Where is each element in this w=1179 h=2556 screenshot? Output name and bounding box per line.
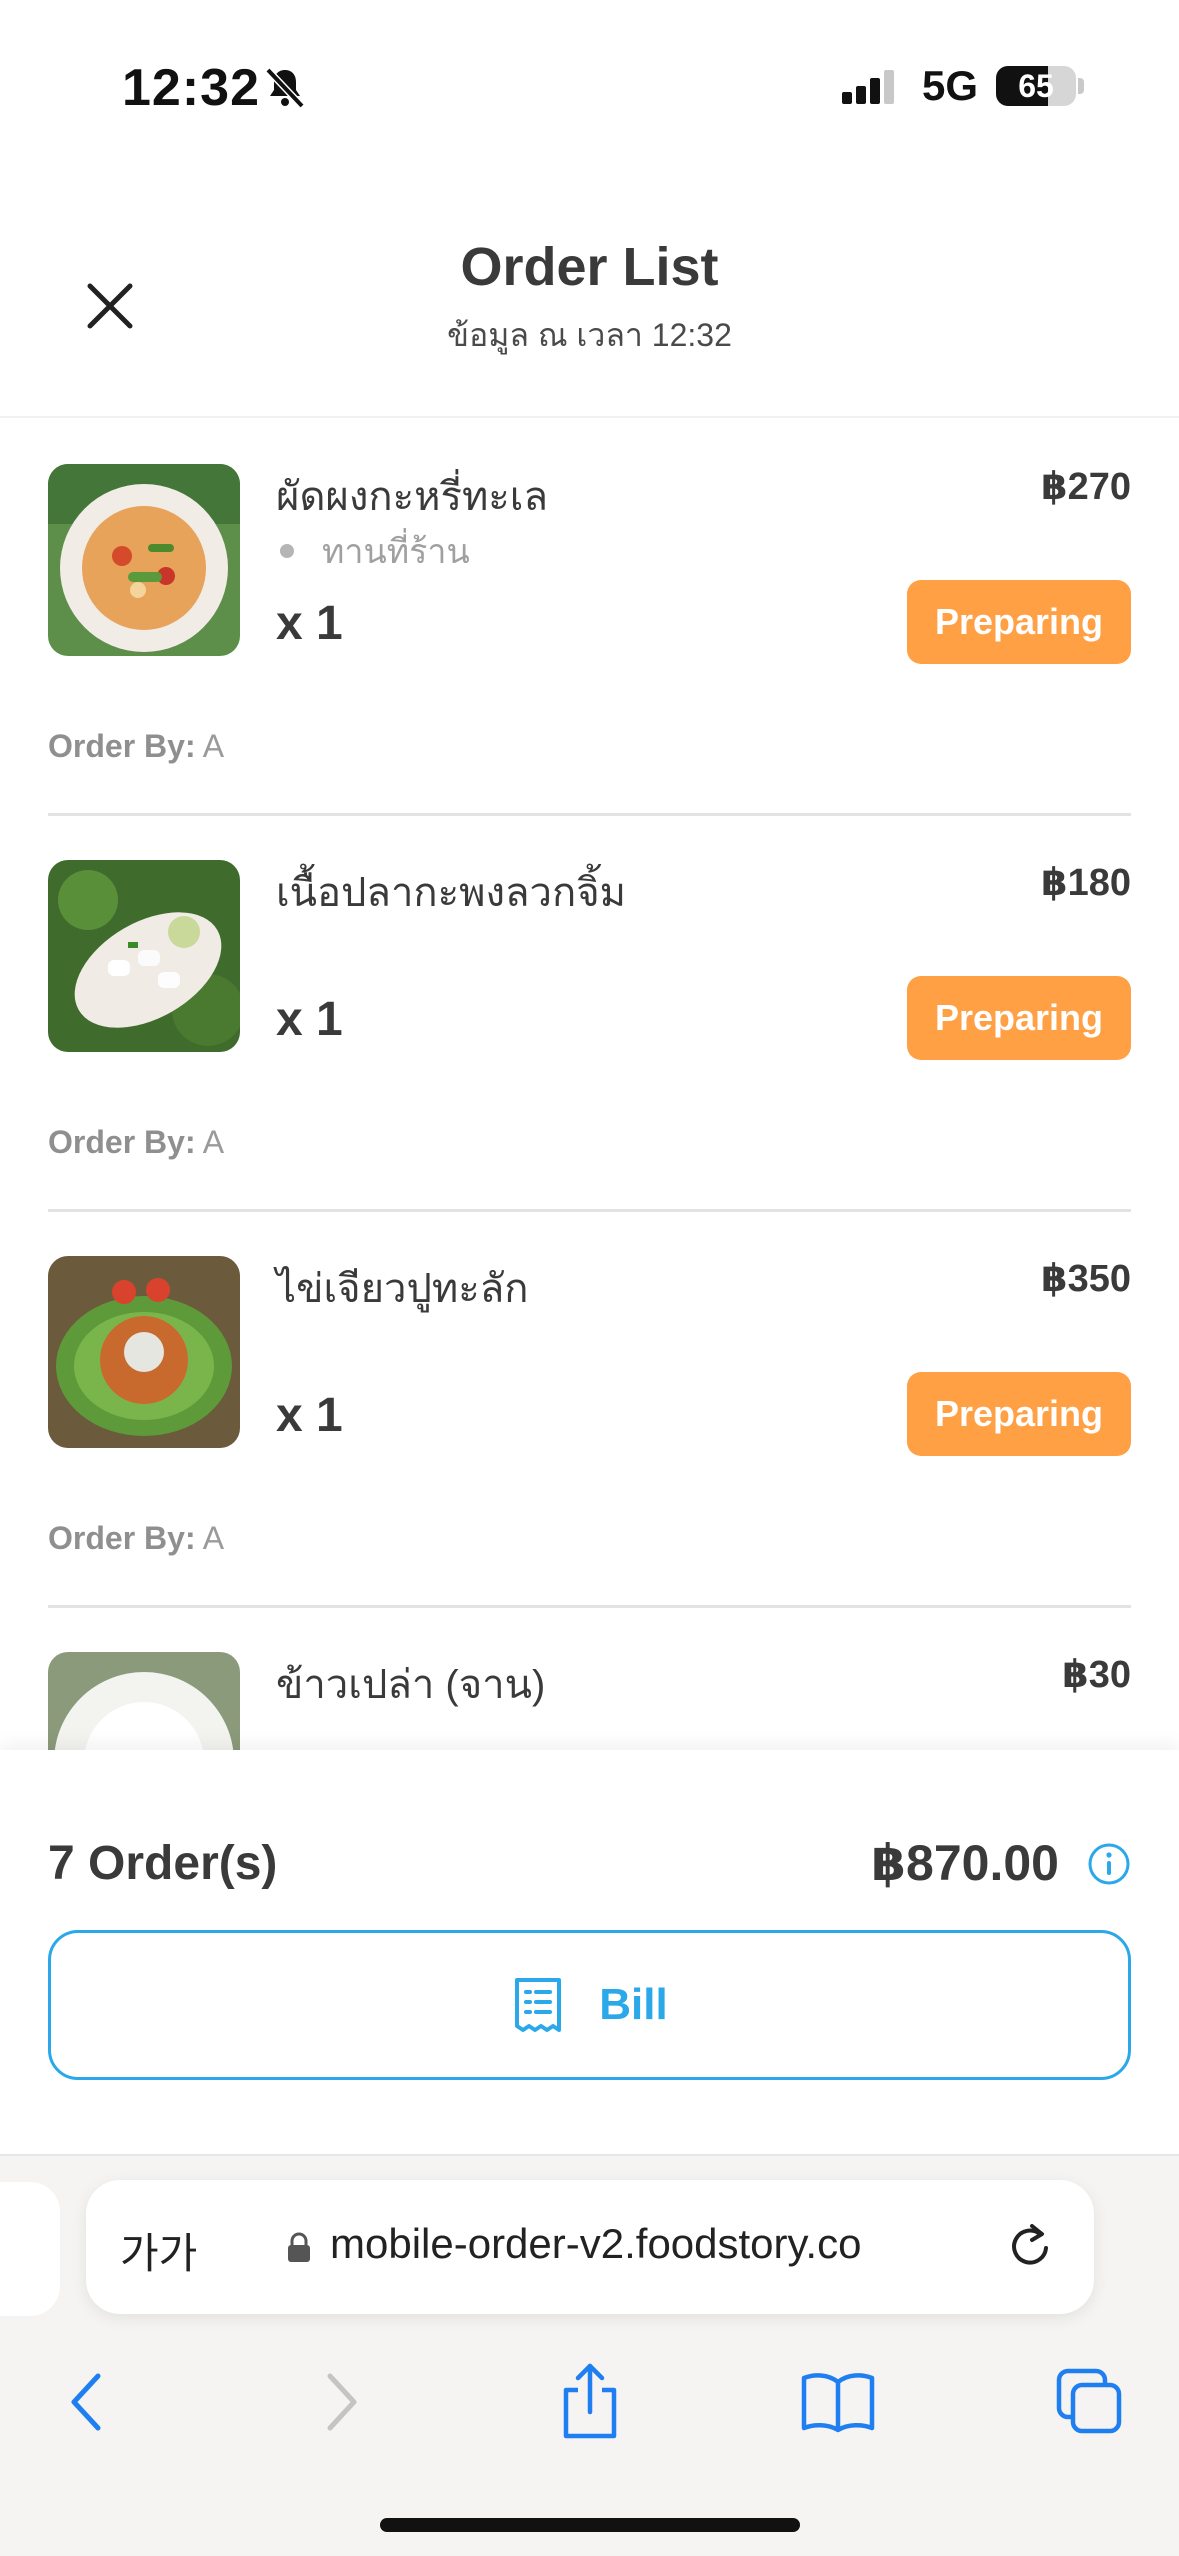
bullet-icon: [280, 544, 294, 558]
order-by: Order By: A: [48, 728, 224, 765]
item-price: ฿270: [1041, 466, 1131, 508]
address-bar[interactable]: 가가 mobile-order-v2.foodstory.co: [86, 2180, 1094, 2314]
bookmarks-button[interactable]: [788, 2352, 888, 2452]
order-count: 7 Order(s): [48, 1837, 278, 1890]
reload-icon[interactable]: [1002, 2218, 1058, 2274]
share-icon: [563, 2363, 617, 2439]
item-note: ทานที่ร้าน: [276, 524, 470, 578]
signal-icon: [842, 70, 894, 104]
battery-icon: 65: [996, 66, 1076, 106]
food-image: [48, 464, 240, 656]
order-by-label: Order By:: [48, 1124, 196, 1160]
back-button[interactable]: [36, 2352, 136, 2452]
chevron-right-icon: [327, 2373, 357, 2431]
page-title: Order List: [460, 237, 719, 297]
status-badge: Preparing: [907, 580, 1131, 664]
chevron-left-icon: [71, 2373, 101, 2431]
browser-toolbar: 가가 mobile-order-v2.foodstory.co: [0, 2154, 1179, 2556]
order-total: ฿870.00: [871, 1835, 1059, 1891]
status-time: 12:32: [122, 59, 260, 117]
order-by-label: Order By:: [48, 1520, 196, 1556]
battery-percent: 65: [1018, 67, 1054, 104]
status-badge: Preparing: [907, 1372, 1131, 1456]
info-icon[interactable]: [1087, 1842, 1131, 1886]
order-item[interactable]: ผัดผงกะหรี่ทะเล ฿270 ทานที่ร้าน x 1 Prep…: [48, 420, 1131, 816]
bell-slash-icon: [265, 67, 305, 109]
bill-button[interactable]: Bill: [48, 1930, 1131, 2080]
item-price: ฿180: [1041, 862, 1131, 904]
network-type: 5G: [922, 62, 979, 109]
food-image: [48, 1652, 240, 1750]
tabs-icon: [1056, 2368, 1122, 2434]
bill-button-label: Bill: [599, 1980, 668, 2029]
home-indicator: [380, 2518, 800, 2532]
order-list[interactable]: ผัดผงกะหรี่ทะเล ฿270 ทานที่ร้าน x 1 Prep…: [0, 420, 1179, 1750]
food-image: [48, 1256, 240, 1448]
item-name: ข้าวเปล่า (จาน): [276, 1663, 546, 1707]
order-summary: 7 Order(s) ฿870.00 Bill: [0, 1750, 1179, 2154]
page-subtitle: ข้อมูล ณ เวลา 12:32: [447, 317, 732, 353]
order-item[interactable]: ไข่เจียวปูทะลัก ฿350 x 1 Preparing Order…: [48, 1212, 1131, 1608]
item-name: ไข่เจียวปูทะลัก: [276, 1267, 529, 1311]
item-name: เนื้อปลากะพงลวกจิ้ม: [276, 871, 626, 915]
url-text[interactable]: mobile-order-v2.foodstory.co: [330, 2220, 861, 2268]
browser-nav: [0, 2352, 1179, 2462]
book-icon: [801, 2373, 875, 2433]
item-quantity: x 1: [276, 993, 343, 1046]
forward-button[interactable]: [292, 2352, 392, 2452]
food-image: [48, 860, 240, 1052]
lock-icon: [288, 2232, 310, 2262]
item-quantity: x 1: [276, 1389, 343, 1442]
order-by: Order By: A: [48, 1124, 224, 1161]
battery-cap: [1078, 78, 1084, 94]
tabs-button[interactable]: [1040, 2352, 1140, 2452]
share-button[interactable]: [540, 2352, 640, 2452]
order-item[interactable]: เนื้อปลากะพงลวกจิ้ม ฿180 x 1 Preparing O…: [48, 816, 1131, 1212]
order-by: Order By: A: [48, 1520, 224, 1557]
receipt-icon: [515, 1978, 562, 2032]
status-bar: 12:32 5G 65: [0, 0, 1179, 170]
item-price: ฿350: [1041, 1258, 1131, 1300]
previous-tab-preview[interactable]: [0, 2182, 60, 2316]
page-settings-button[interactable]: 가가: [120, 2220, 197, 2281]
status-badge: Preparing: [907, 976, 1131, 1060]
order-item[interactable]: ข้าวเปล่า (จาน) ฿30: [48, 1608, 1131, 1750]
order-by-value: A: [202, 1520, 225, 1556]
item-quantity: x 1: [276, 597, 343, 650]
item-name: ผัดผงกะหรี่ทะเล: [276, 475, 548, 519]
item-note-text: ทานที่ร้าน: [322, 533, 470, 571]
item-price: ฿30: [1062, 1654, 1131, 1696]
order-by-value: A: [202, 1124, 225, 1160]
order-by-label: Order By:: [48, 728, 196, 764]
order-by-value: A: [202, 728, 225, 764]
header: Order List ข้อมูล ณ เวลา 12:32: [0, 200, 1179, 418]
